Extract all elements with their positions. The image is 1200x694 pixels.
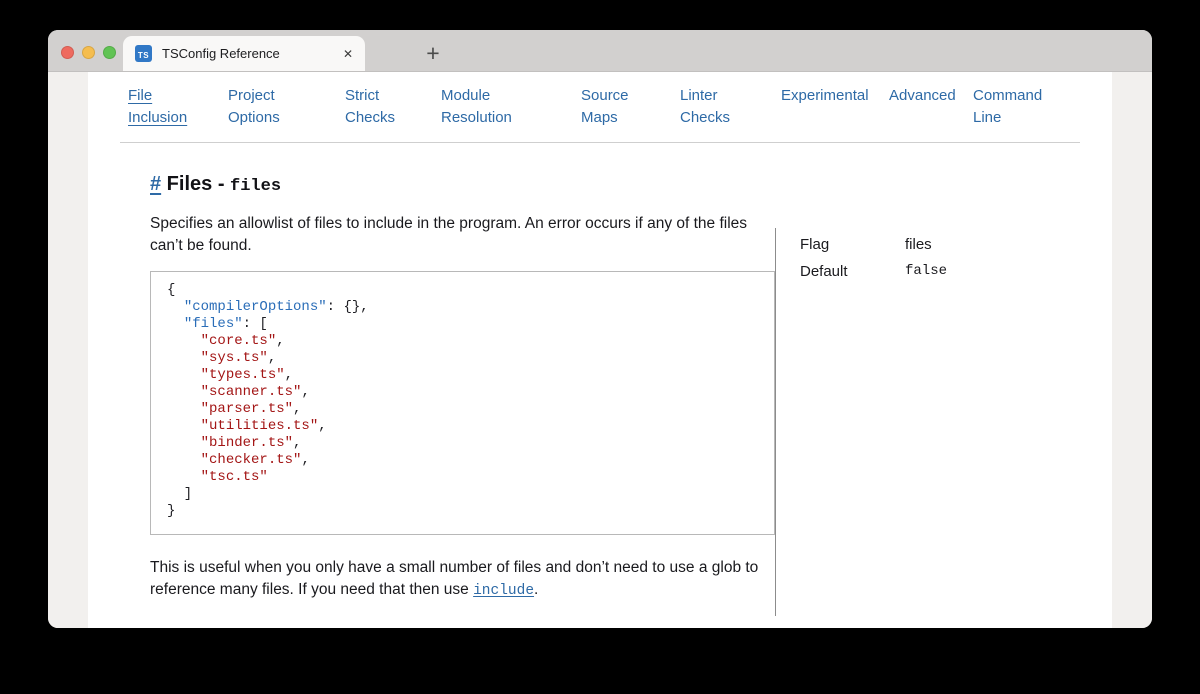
meta-value: false <box>905 261 947 282</box>
nav-item: Experimental <box>781 85 889 129</box>
code-token-punct <box>167 316 184 332</box>
usage-text-after: . <box>534 581 538 598</box>
main-section: # Files - files Specifies an allowlist o… <box>88 143 1112 628</box>
code-token-string: "types.ts" <box>201 367 285 383</box>
nav-item: Project Options <box>228 85 345 129</box>
heading-code-text: files <box>230 177 281 196</box>
nav-link-file-inclusion[interactable]: File Inclusion <box>128 85 187 129</box>
code-token-string: "core.ts" <box>201 333 277 349</box>
code-token-punct <box>167 384 201 400</box>
option-meta-sidebar: FlagfilesDefaultfalse <box>775 228 1080 616</box>
minimize-window-button[interactable] <box>82 46 95 59</box>
meta-label: Flag <box>800 234 905 255</box>
nav-item: Module Resolution <box>441 85 581 129</box>
nav-link-module-resolution[interactable]: Module Resolution <box>441 85 512 129</box>
nav-item: Advanced <box>889 85 973 129</box>
code-token-string: "sys.ts" <box>201 350 268 366</box>
code-token-punct <box>167 469 201 485</box>
code-token-punct <box>167 333 201 349</box>
code-token-punct <box>167 350 201 366</box>
code-token-string: "binder.ts" <box>201 435 293 451</box>
top-nav: File Inclusion Project Options Strict Chec… <box>120 72 1080 143</box>
meta-row-flag: Flagfiles <box>800 234 1080 255</box>
code-token-punct: : {}, <box>327 299 369 315</box>
code-token-punct: , <box>276 333 284 349</box>
code-token-punct: , <box>301 452 309 468</box>
typescript-favicon-icon: TS <box>135 45 152 62</box>
nav-link-linter-checks[interactable]: Linter Checks <box>680 85 730 129</box>
code-token-key: "compilerOptions" <box>184 299 327 315</box>
nav-item: Command Line <box>973 85 1063 129</box>
nav-link-project-options[interactable]: Project Options <box>228 85 280 129</box>
code-token-string: "parser.ts" <box>201 401 293 417</box>
tab-title: TSConfig Reference <box>162 46 280 61</box>
meta-label: Default <box>800 261 905 282</box>
code-token-string: "utilities.ts" <box>201 418 319 434</box>
code-token-string: "tsc.ts" <box>201 469 268 485</box>
page-viewport: File Inclusion Project Options Strict Chec… <box>48 72 1152 628</box>
nav-item: Strict Checks <box>345 85 441 129</box>
code-token-punct <box>167 418 201 434</box>
nav-link-advanced[interactable]: Advanced <box>889 85 956 107</box>
heading-anchor-link[interactable]: # <box>150 173 161 195</box>
description-paragraph: Specifies an allowlist of files to inclu… <box>150 213 775 257</box>
code-token-punct: , <box>301 384 309 400</box>
nav-item: File Inclusion <box>128 85 228 129</box>
include-link[interactable]: include <box>473 583 534 599</box>
meta-value: files <box>905 234 932 255</box>
code-token-string: "scanner.ts" <box>201 384 302 400</box>
nav-link-strict-checks[interactable]: Strict Checks <box>345 85 395 129</box>
close-tab-icon[interactable]: ✕ <box>343 47 353 61</box>
heading-text: Files - <box>161 173 230 195</box>
browser-window: TS TSConfig Reference ✕ + File Inclusion… <box>48 30 1152 628</box>
code-token-punct: , <box>293 401 301 417</box>
code-token-punct: , <box>293 435 301 451</box>
code-token-punct <box>167 299 184 315</box>
new-tab-button[interactable]: + <box>420 40 446 66</box>
usage-text-before: This is useful when you only have a smal… <box>150 559 758 598</box>
nav-item: Linter Checks <box>680 85 781 129</box>
nav-link-source-maps[interactable]: Source Maps <box>581 85 629 129</box>
code-token-punct: , <box>268 350 276 366</box>
close-window-button[interactable] <box>61 46 74 59</box>
page-content: File Inclusion Project Options Strict Chec… <box>88 72 1112 628</box>
top-nav-list: File Inclusion Project Options Strict Chec… <box>128 85 1080 129</box>
code-token-string: "checker.ts" <box>201 452 302 468</box>
meta-row-default: Defaultfalse <box>800 261 1080 282</box>
json-code-block: { "compilerOptions": {}, "files": [ "cor… <box>150 271 775 535</box>
option-article: # Files - files Specifies an allowlist o… <box>150 173 775 616</box>
usage-paragraph: This is useful when you only have a smal… <box>150 557 775 602</box>
code-token-punct: : [ <box>243 316 268 332</box>
code-token-punct <box>167 367 201 383</box>
tab-bar: TS TSConfig Reference ✕ + <box>48 30 1152 72</box>
code-token-punct: { <box>167 282 175 298</box>
code-token-punct: } <box>167 503 175 519</box>
code-token-key: "files" <box>184 316 243 332</box>
code-token-punct <box>167 401 201 417</box>
code-token-punct: , <box>285 367 293 383</box>
page-title: # Files - files <box>150 173 775 196</box>
code-token-punct <box>167 435 201 451</box>
nav-link-experimental[interactable]: Experimental <box>781 85 869 107</box>
traffic-lights <box>61 46 116 59</box>
code-token-punct <box>167 452 201 468</box>
nav-link-command-line[interactable]: Command Line <box>973 85 1042 129</box>
zoom-window-button[interactable] <box>103 46 116 59</box>
nav-item: Source Maps <box>581 85 680 129</box>
code-token-punct: , <box>318 418 326 434</box>
browser-tab[interactable]: TS TSConfig Reference ✕ <box>123 36 365 71</box>
code-token-punct: ] <box>167 486 192 502</box>
